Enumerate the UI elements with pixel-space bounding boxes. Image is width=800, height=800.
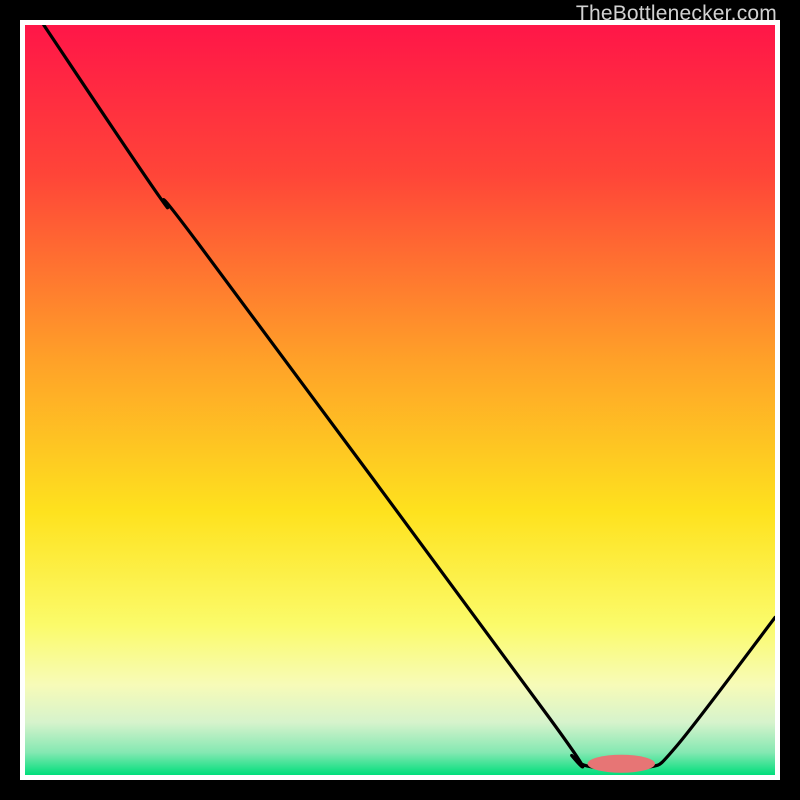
chart-frame: TheBottlenecker.com: [20, 20, 780, 780]
chart-plot-area: [25, 25, 775, 775]
watermark-label: TheBottlenecker.com: [576, 2, 777, 26]
sweet-spot-marker: [588, 755, 656, 773]
bottleneck-chart: [25, 25, 775, 775]
gradient-background: [25, 25, 775, 775]
